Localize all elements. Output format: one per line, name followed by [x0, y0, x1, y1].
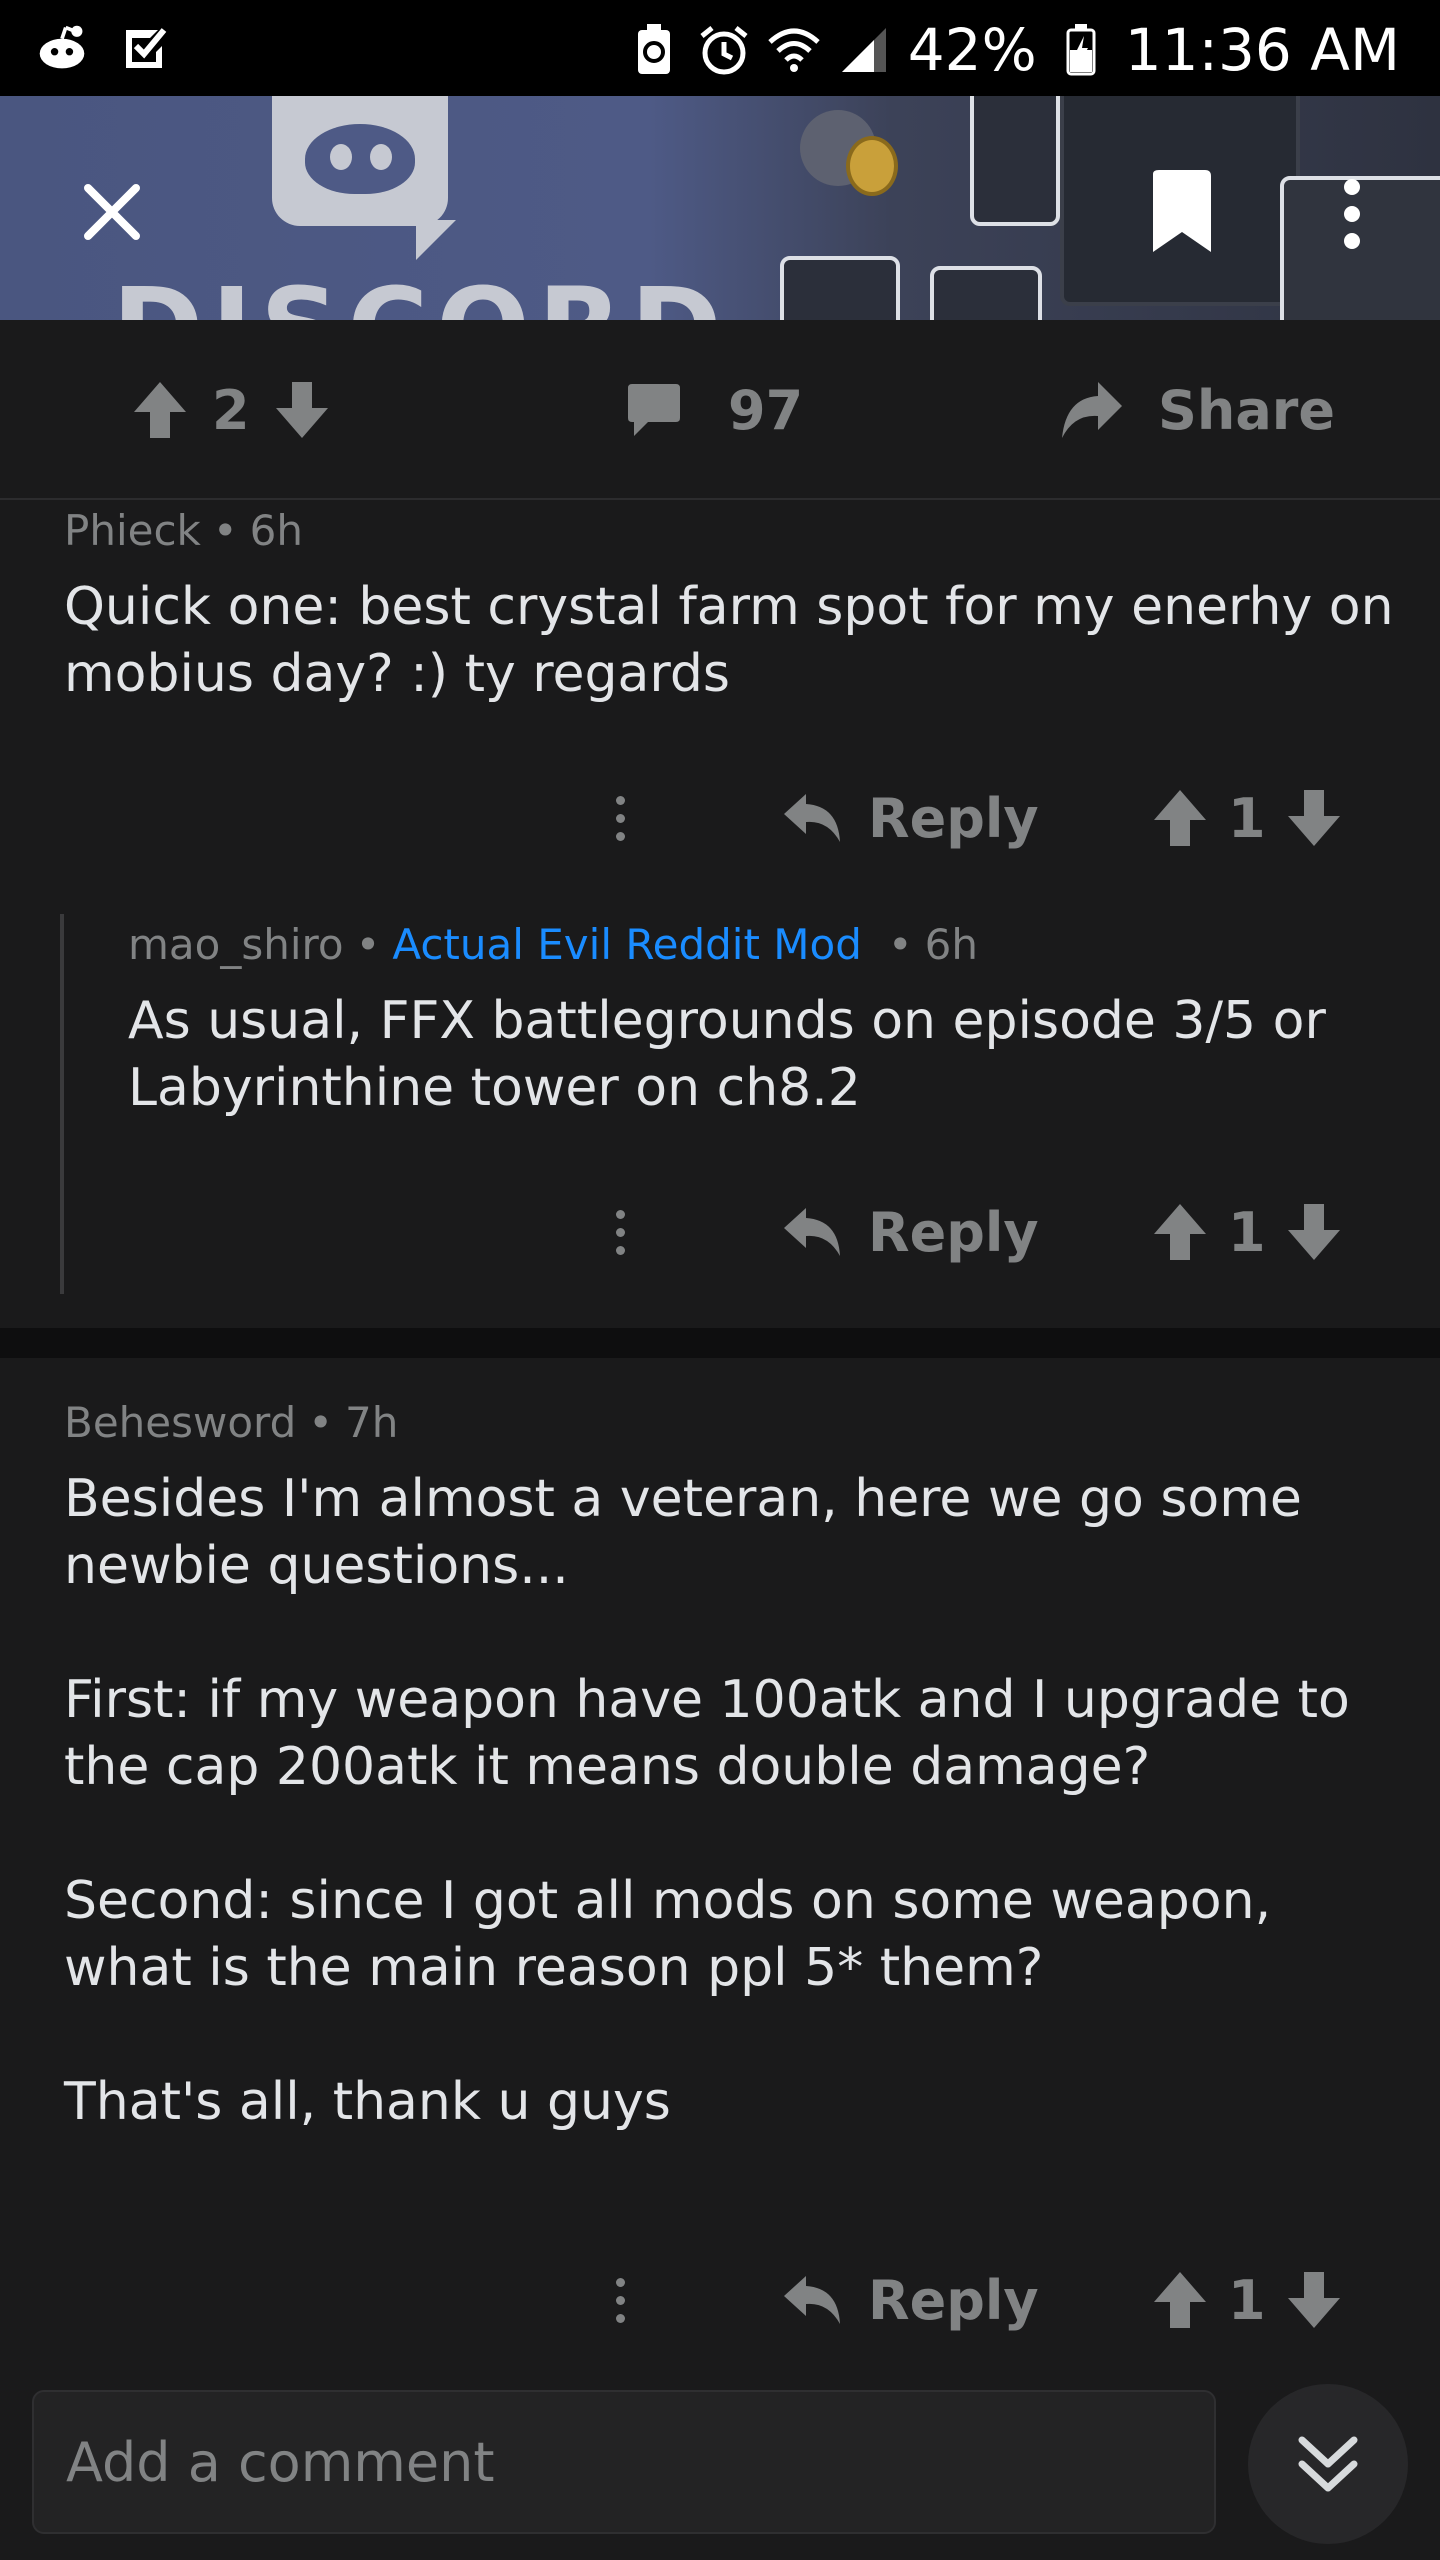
meta-separator: • [355, 920, 381, 969]
comment-author[interactable]: Phieck [64, 506, 201, 555]
battery-percent: 42% [907, 16, 1037, 84]
comment-time: 6h [924, 920, 979, 969]
comment-thread-separator [0, 1328, 1440, 1358]
discord-logo-eye [330, 144, 352, 170]
comment-votes: 1 [1152, 787, 1342, 850]
discord-logo-face [305, 124, 415, 194]
comment-meta: Behesword • 7h [64, 1398, 398, 1447]
comment-actions: Reply 1 [0, 1182, 1440, 1282]
add-comment-placeholder: Add a comment [66, 2430, 495, 2494]
meta-separator: • [887, 920, 913, 969]
upvote-icon[interactable] [1152, 1202, 1208, 1262]
reply-button[interactable]: Reply [782, 787, 1039, 850]
coin-illustration [846, 136, 898, 196]
downvote-icon[interactable] [1286, 788, 1342, 848]
device-illustration [930, 266, 1042, 320]
more-options-button[interactable] [1322, 166, 1382, 262]
comment-score: 1 [1228, 2268, 1266, 2332]
discord-logo-eye [370, 144, 392, 170]
wifi-icon [768, 24, 820, 76]
add-comment-input[interactable]: Add a comment [32, 2390, 1216, 2534]
reply-icon [784, 794, 840, 842]
alarm-icon [698, 24, 750, 76]
comment-meta: mao_shiro • Actual Evil Reddit Mod • 6h [128, 920, 978, 969]
comment-time: 7h [345, 1398, 399, 1447]
close-button[interactable] [72, 172, 152, 252]
comment-body: Quick one: best crystal farm spot for my… [64, 577, 1394, 704]
reply-label: Reply [868, 786, 1039, 850]
upvote-icon[interactable] [1152, 2270, 1208, 2330]
battery-icon [1055, 24, 1107, 76]
comment-actions: Reply 1 [0, 2250, 1440, 2350]
more-vertical-icon [1344, 179, 1360, 249]
comment-score: 1 [1228, 1200, 1266, 1264]
reply-button[interactable]: Reply [782, 2269, 1039, 2332]
reddit-icon [36, 22, 88, 74]
device-illustration [780, 256, 900, 320]
next-comment-button[interactable] [1248, 2384, 1408, 2544]
comment-reply: mao_shiro • Actual Evil Reddit Mod • 6h … [0, 914, 1440, 1294]
close-icon [84, 184, 140, 240]
comment-body: Besides I'm almost a veteran, here we go… [64, 1469, 1350, 2132]
reply-icon [784, 2276, 840, 2324]
comment-bar: Add a comment [0, 2370, 1440, 2560]
checkmark-icon [118, 22, 170, 74]
comments-button[interactable]: 97 [626, 320, 803, 500]
reply-label: Reply [868, 1200, 1039, 1264]
downvote-icon[interactable] [274, 380, 330, 440]
comment-bubble-icon [628, 384, 680, 436]
comment-time: 6h [249, 506, 303, 555]
reply-label: Reply [868, 2268, 1039, 2332]
device-illustration [970, 96, 1060, 226]
comment-votes: 1 [1152, 2269, 1342, 2332]
status-bar: 42% 11:36 AM [0, 0, 1440, 96]
banner-title: DISCORD [112, 264, 730, 320]
chevron-double-down-icon [1298, 2436, 1358, 2492]
bookmark-icon [1153, 170, 1211, 252]
share-label: Share [1158, 378, 1336, 442]
comment-score: 1 [1228, 786, 1266, 850]
meta-separator: • [308, 1398, 334, 1447]
downvote-icon[interactable] [1286, 1202, 1342, 1262]
comment-actions: Reply 1 [0, 768, 1440, 868]
post-banner-image: DISCORD [0, 96, 1440, 320]
comment-body: As usual, FFX battlegrounds on episode 3… [128, 991, 1326, 1118]
comment-author[interactable]: Behesword [64, 1398, 296, 1447]
comment: Phieck • 6h Quick one: best crystal farm… [0, 500, 1440, 850]
signal-icon [838, 24, 890, 76]
comment-votes: 1 [1152, 1201, 1342, 1264]
meta-separator: • [212, 506, 238, 555]
comment-more-icon[interactable] [616, 796, 625, 841]
comment-more-icon[interactable] [616, 2278, 625, 2323]
post-action-bar: 2 97 Share [0, 320, 1440, 500]
comment-meta: Phieck • 6h [64, 506, 303, 555]
share-icon [1062, 382, 1122, 438]
post-score: 2 [212, 378, 250, 442]
comment-count: 97 [728, 378, 804, 442]
bookmark-button[interactable] [1140, 164, 1224, 260]
user-flair: Actual Evil Reddit Mod [392, 920, 862, 969]
share-button[interactable]: Share [1060, 320, 1335, 500]
comment-more-icon[interactable] [616, 1210, 625, 1255]
battery-saver-icon [628, 24, 680, 76]
upvote-icon[interactable] [132, 380, 188, 440]
downvote-icon[interactable] [1286, 2270, 1342, 2330]
upvote-icon[interactable] [1152, 788, 1208, 848]
reply-button[interactable]: Reply [782, 1201, 1039, 1264]
clock: 11:36 AM [1124, 16, 1400, 84]
reply-icon [784, 1208, 840, 1256]
comment-author[interactable]: mao_shiro [128, 920, 344, 969]
comment: Behesword • 7h Besides I'm almost a vete… [0, 1392, 1440, 2352]
